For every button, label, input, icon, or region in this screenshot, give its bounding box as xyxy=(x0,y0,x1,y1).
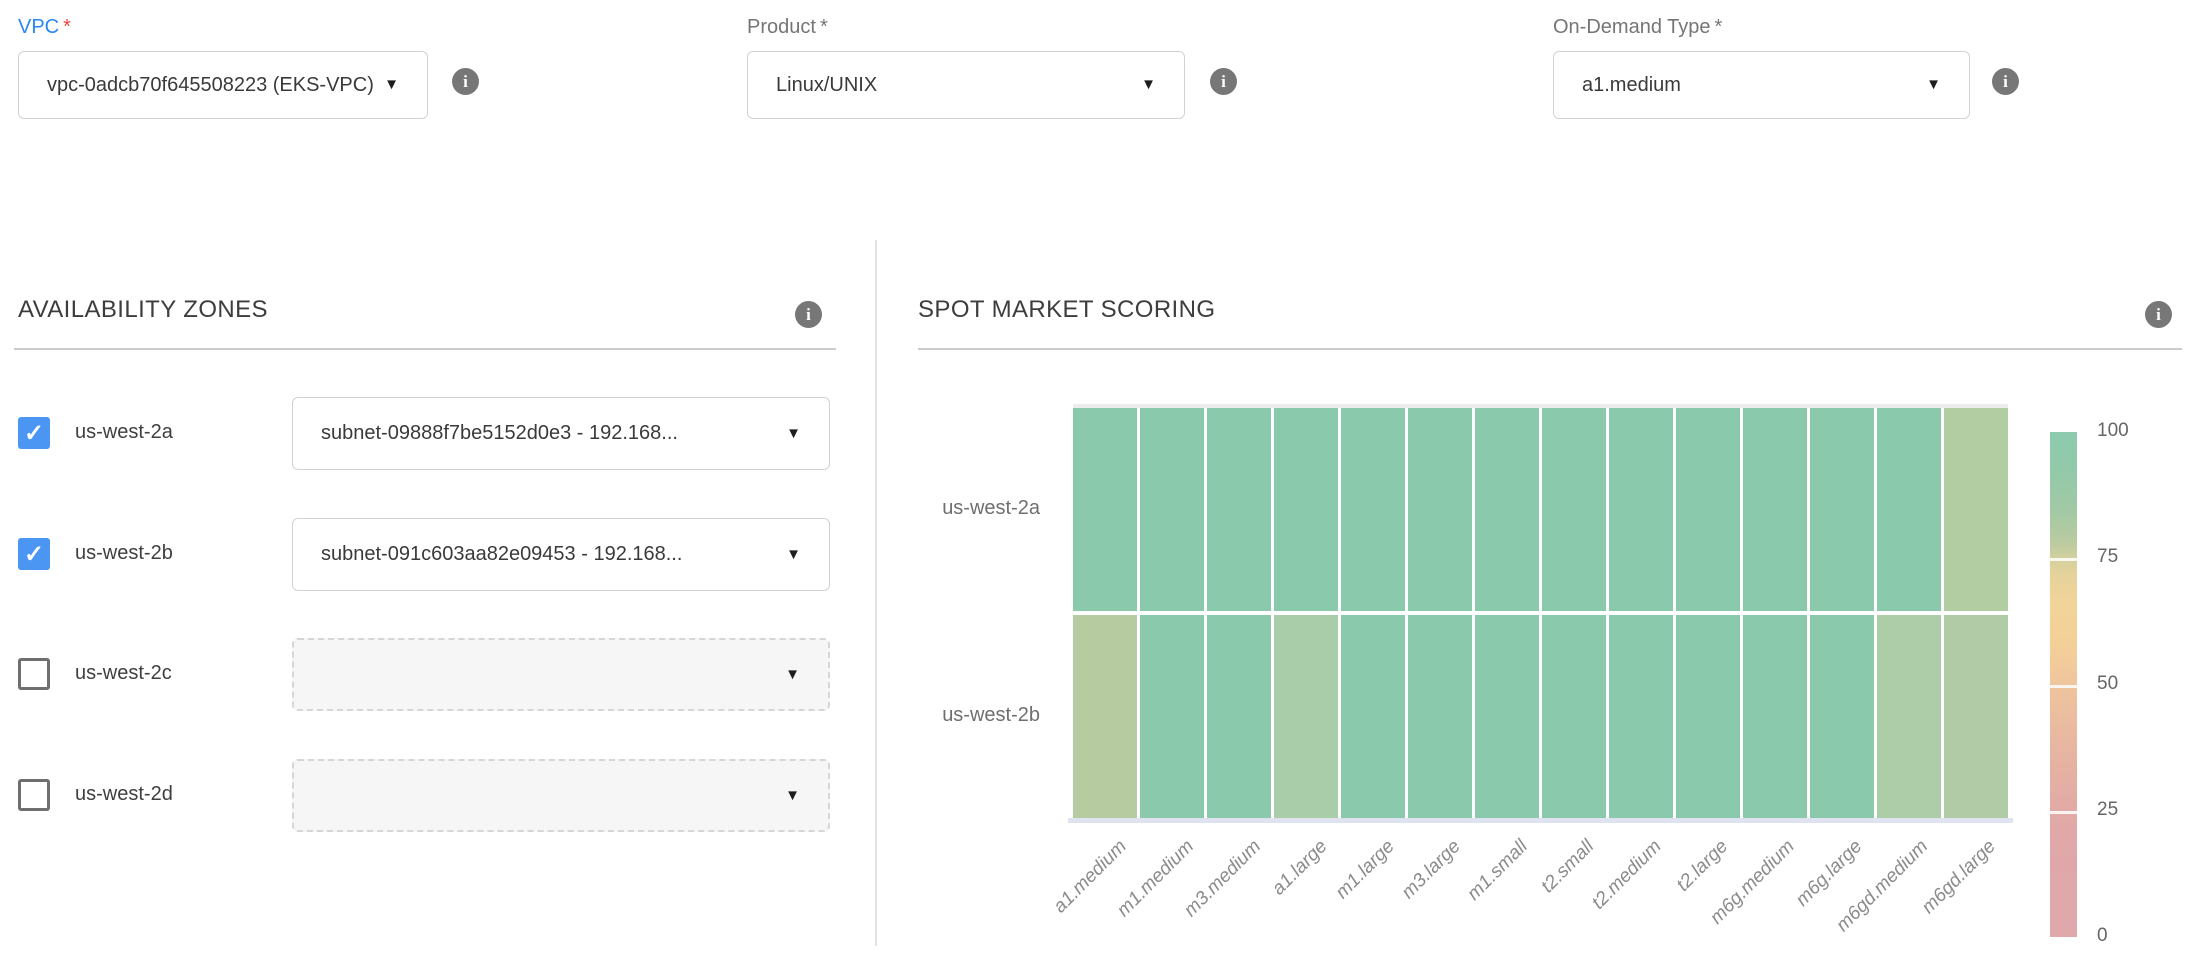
heatmap-cell-us-west-2a-m1.large[interactable] xyxy=(1341,408,1405,611)
heatmap-cell-us-west-2a-t2.large[interactable] xyxy=(1676,408,1740,611)
panel-divider xyxy=(875,240,877,946)
heatmap-cell-us-west-2a-m1.small[interactable] xyxy=(1475,408,1539,611)
on-demand-type-select[interactable]: a1.medium ▼ xyxy=(1553,51,1970,119)
color-scale-label-0: 0 xyxy=(2097,925,2108,947)
subnet-select-us-west-2b[interactable]: subnet-091c603aa82e09453 - 192.168... ▼ xyxy=(292,518,830,591)
product-info-icon[interactable]: i xyxy=(1210,68,1237,95)
heatmap-cell-us-west-2a-m6g.medium[interactable] xyxy=(1743,408,1807,611)
subnet-select-us-west-2a[interactable]: subnet-09888f7be5152d0e3 - 192.168... ▼ xyxy=(292,397,830,470)
on-demand-type-info-icon[interactable]: i xyxy=(1992,68,2019,95)
heatmap-cell-us-west-2b-t2.medium[interactable] xyxy=(1609,615,1673,818)
color-scale-label-75: 75 xyxy=(2097,546,2118,568)
heatmap-cell-us-west-2b-m3.large[interactable] xyxy=(1408,615,1472,818)
on-demand-type-label: On-Demand Type* xyxy=(1553,16,1970,39)
heatmap-x-label-t2.small: t2.small xyxy=(1538,836,1600,898)
heatmap-y-label-us-west-2b: us-west-2b xyxy=(942,704,1040,727)
heatmap-row-us-west-2b xyxy=(1073,615,2008,818)
heatmap-cell-us-west-2a-m3.medium[interactable] xyxy=(1207,408,1271,611)
zone-label-us-west-2a: us-west-2a xyxy=(75,421,173,444)
heatmap-cell-us-west-2b-t2.small[interactable] xyxy=(1542,615,1606,818)
color-scale-tick-line xyxy=(2050,558,2077,561)
subnet-select-value: subnet-09888f7be5152d0e3 - 192.168... xyxy=(321,422,678,445)
spot-market-scoring-info-icon[interactable]: i xyxy=(2145,301,2172,328)
product-label: Product* xyxy=(747,16,1185,39)
heatmap-cell-us-west-2b-a1.large[interactable] xyxy=(1274,615,1338,818)
on-demand-type-select-value: a1.medium xyxy=(1582,74,1681,97)
heatmap-cell-us-west-2a-m6g.large[interactable] xyxy=(1810,408,1874,611)
chevron-down-icon: ▼ xyxy=(1926,76,1941,93)
subnet-select-value: subnet-091c603aa82e09453 - 192.168... xyxy=(321,543,682,566)
vpc-info-icon[interactable]: i xyxy=(452,68,479,95)
heatmap-cell-us-west-2b-m6gd.medium[interactable] xyxy=(1877,615,1941,818)
chevron-down-icon: ▼ xyxy=(785,665,800,682)
heatmap-cell-us-west-2a-m1.medium[interactable] xyxy=(1140,408,1204,611)
color-scale-label-100: 100 xyxy=(2097,420,2129,442)
heatmap-cell-us-west-2b-a1.medium[interactable] xyxy=(1073,615,1137,818)
checkbox-us-west-2b[interactable]: ✓ xyxy=(18,538,50,570)
subnet-select-us-west-2d[interactable]: ▼ xyxy=(292,759,830,832)
checkbox-us-west-2d[interactable] xyxy=(18,779,50,811)
spot-configuration-page: VPC* vpc-0adcb70f645508223 (EKS-VPC) ▼ i… xyxy=(0,0,2196,964)
zone-label-us-west-2c: us-west-2c xyxy=(75,662,172,685)
product-field: Product* Linux/UNIX ▼ xyxy=(747,16,1185,119)
availability-zones-divider xyxy=(14,348,836,350)
vpc-label: VPC* xyxy=(18,16,428,39)
heatmap-x-label-m1.small: m1.small xyxy=(1463,836,1532,905)
availability-zones-info-icon[interactable]: i xyxy=(795,301,822,328)
product-required-mark: * xyxy=(820,16,828,38)
chevron-down-icon: ▼ xyxy=(1141,76,1156,93)
chevron-down-icon: ▼ xyxy=(384,76,399,93)
heatmap-x-label-m1.large: m1.large xyxy=(1331,836,1399,904)
heatmap-cell-us-west-2a-m3.large[interactable] xyxy=(1408,408,1472,611)
heatmap-cell-us-west-2b-m6g.medium[interactable] xyxy=(1743,615,1807,818)
heatmap-cell-us-west-2a-a1.medium[interactable] xyxy=(1073,408,1137,611)
zone-label-us-west-2d: us-west-2d xyxy=(75,783,173,806)
color-scale-label-50: 50 xyxy=(2097,673,2118,695)
heatmap-x-label-m3.large: m3.large xyxy=(1398,836,1466,904)
vpc-required-mark: * xyxy=(63,16,71,38)
heatmap-cell-us-west-2b-m6g.large[interactable] xyxy=(1810,615,1874,818)
on-demand-type-required-mark: * xyxy=(1715,16,1723,38)
heatmap-cell-us-west-2a-t2.medium[interactable] xyxy=(1609,408,1673,611)
heatmap-cell-us-west-2a-a1.large[interactable] xyxy=(1274,408,1338,611)
heatmap-x-label-t2.medium: t2.medium xyxy=(1588,836,1666,914)
heatmap-x-label-a1.large: a1.large xyxy=(1268,836,1332,900)
heatmap-cell-us-west-2a-m6gd.medium[interactable] xyxy=(1877,408,1941,611)
heatmap-cell-us-west-2b-m1.medium[interactable] xyxy=(1140,615,1204,818)
color-scale-tick-line xyxy=(2050,685,2077,688)
vpc-select-value: vpc-0adcb70f645508223 (EKS-VPC) xyxy=(47,74,374,97)
color-scale-tick-line xyxy=(2050,811,2077,814)
heatmap-row-us-west-2a xyxy=(1073,408,2008,611)
heatmap-y-label-us-west-2a: us-west-2a xyxy=(942,497,1040,520)
vpc-field: VPC* vpc-0adcb70f645508223 (EKS-VPC) ▼ xyxy=(18,16,428,119)
heatmap-cell-us-west-2b-m1.large[interactable] xyxy=(1341,615,1405,818)
heatmap-color-scale xyxy=(2050,432,2077,937)
color-scale-label-25: 25 xyxy=(2097,799,2118,821)
vpc-select[interactable]: vpc-0adcb70f645508223 (EKS-VPC) ▼ xyxy=(18,51,428,119)
subnet-select-us-west-2c[interactable]: ▼ xyxy=(292,638,830,711)
heatmap-cell-us-west-2a-t2.small[interactable] xyxy=(1542,408,1606,611)
heatmap-cell-us-west-2a-m6gd.large[interactable] xyxy=(1944,408,2008,611)
checkbox-us-west-2c[interactable] xyxy=(18,658,50,690)
zone-label-us-west-2b: us-west-2b xyxy=(75,542,173,565)
chevron-down-icon: ▼ xyxy=(786,545,801,562)
spot-market-scoring-divider xyxy=(918,348,2182,350)
product-select[interactable]: Linux/UNIX ▼ xyxy=(747,51,1185,119)
heatmap-x-label-t2.large: t2.large xyxy=(1673,836,1733,896)
product-select-value: Linux/UNIX xyxy=(776,74,877,97)
heatmap-cell-us-west-2b-t2.large[interactable] xyxy=(1676,615,1740,818)
heatmap-cell-us-west-2b-m3.medium[interactable] xyxy=(1207,615,1271,818)
heatmap-x-axis-line xyxy=(1068,818,2013,823)
chevron-down-icon: ▼ xyxy=(786,424,801,441)
chevron-down-icon: ▼ xyxy=(785,786,800,803)
on-demand-type-field: On-Demand Type* a1.medium ▼ xyxy=(1553,16,1970,119)
heatmap-cell-us-west-2b-m1.small[interactable] xyxy=(1475,615,1539,818)
availability-zones-title: AVAILABILITY ZONES xyxy=(18,296,268,324)
checkbox-us-west-2a[interactable]: ✓ xyxy=(18,417,50,449)
heatmap-cell-us-west-2b-m6gd.large[interactable] xyxy=(1944,615,2008,818)
spot-market-scoring-title: SPOT MARKET SCORING xyxy=(918,296,1215,324)
